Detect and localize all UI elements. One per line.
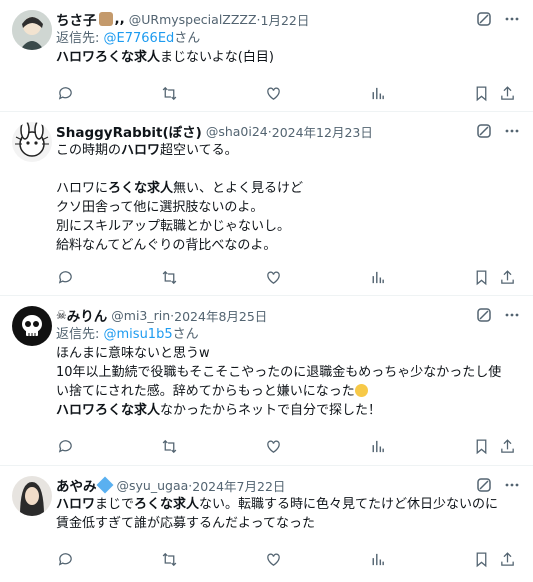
avatar[interactable] xyxy=(12,122,52,162)
reply-icon[interactable] xyxy=(56,437,74,455)
more-icon[interactable] xyxy=(503,122,521,140)
reply-feed: ちさ子 ,, @URmyspecialZZZZ · 1月22日 返信先: @E7… xyxy=(0,0,533,582)
skull-emoji-icon: ☠ xyxy=(56,308,67,322)
text-span: ハロワろくな求人 xyxy=(56,50,161,65)
tweet-date[interactable]: 2024年12月23日 xyxy=(272,122,373,141)
tweet-date[interactable]: 2024年7月22日 xyxy=(192,476,285,495)
text-span: 無い、とよく見るけど xyxy=(173,181,304,196)
tweet-text: この時期のハロワ超空いてる。 ハロワにろくな求人無い、とよく見るけど クソ田舎っ… xyxy=(56,141,521,255)
reply-prefix: 返信先: xyxy=(56,31,104,46)
views-icon[interactable] xyxy=(368,84,386,102)
text-span: 10年以上勤続で役職もそこそこやったのに退職金もめっちゃ少なかったし使 xyxy=(56,365,502,380)
reply-to: 返信先: @E7766Edさん xyxy=(56,29,521,48)
text-span: まじないよな(白目) xyxy=(160,50,274,65)
gem-emoji-icon xyxy=(96,476,113,494)
reply-to: 返信先: @misu1b5さん xyxy=(56,325,521,344)
tweet[interactable]: ちさ子 ,, @URmyspecialZZZZ · 1月22日 返信先: @E7… xyxy=(0,0,533,112)
text-span: この時期の xyxy=(56,143,122,158)
author-handle[interactable]: @syu_ugaa xyxy=(117,478,189,493)
views-icon[interactable] xyxy=(368,550,386,568)
share-icon[interactable] xyxy=(498,268,516,286)
grok-icon[interactable] xyxy=(475,306,493,324)
retweet-icon[interactable] xyxy=(160,550,178,568)
action-bar xyxy=(56,542,521,576)
share-icon[interactable] xyxy=(498,84,516,102)
more-icon[interactable] xyxy=(503,10,521,28)
like-icon[interactable] xyxy=(264,437,282,455)
avatar[interactable] xyxy=(12,10,52,50)
reply-icon[interactable] xyxy=(56,268,74,286)
thumb-emoji-icon xyxy=(98,12,113,26)
author-name[interactable]: ShaggyRabbit(ぼさ) xyxy=(56,121,202,141)
author-name-suffix: ,, xyxy=(114,11,125,27)
face-emoji-icon xyxy=(354,384,368,397)
text-span: 超空いてる。 xyxy=(160,143,238,158)
text-span: ハロワに xyxy=(56,181,109,196)
reply-suffix: さん xyxy=(174,31,201,46)
share-icon[interactable] xyxy=(498,550,516,568)
grok-icon[interactable] xyxy=(475,10,493,28)
tweet-date[interactable]: 1月22日 xyxy=(261,10,310,29)
tweet-date[interactable]: 2024年8月25日 xyxy=(174,306,267,325)
tweet-text: ハロワろくな求人まじないよな(白目) xyxy=(56,48,521,67)
author-handle[interactable]: @URmyspecialZZZZ xyxy=(129,12,257,27)
bookmark-icon[interactable] xyxy=(472,268,490,286)
text-span: クソ田舎って他に選択肢ないのよ。 xyxy=(56,200,264,215)
text-span: ろくな求人 xyxy=(108,181,174,196)
author-handle[interactable]: @sha0i24 xyxy=(206,124,268,139)
text-span: なかったからネットで自分で探した！ xyxy=(160,403,382,418)
views-icon[interactable] xyxy=(368,268,386,286)
retweet-icon[interactable] xyxy=(160,437,178,455)
more-icon[interactable] xyxy=(503,476,521,494)
avatar[interactable] xyxy=(12,306,52,346)
tweet-text: ほんまに意味ないと思うw 10年以上勤続で役職もそこそこやったのに退職金もめっち… xyxy=(56,344,521,420)
action-bar xyxy=(56,429,521,463)
like-icon[interactable] xyxy=(264,550,282,568)
action-bar xyxy=(56,76,521,110)
reply-prefix: 返信先: xyxy=(56,327,104,342)
grok-icon[interactable] xyxy=(475,122,493,140)
views-icon[interactable] xyxy=(368,437,386,455)
author-handle[interactable]: @mi3_rin xyxy=(111,308,170,323)
text-span: ろくな求人 xyxy=(134,497,200,512)
text-span: 別にスキルアップ転職とかじゃないし。 xyxy=(56,219,291,234)
author-name[interactable]: ちさ子 xyxy=(56,9,97,29)
bookmark-icon[interactable] xyxy=(472,437,490,455)
text-span: 賃金低すぎて誰が応募するんだよってなった xyxy=(56,516,315,531)
tweet[interactable]: あやみ @syu_ugaa · 2024年7月22日 ハロワまじでろくな求人ない… xyxy=(0,466,533,582)
text-span: ハロワ xyxy=(121,143,161,158)
reply-icon[interactable] xyxy=(56,84,74,102)
bookmark-icon[interactable] xyxy=(472,550,490,568)
avatar[interactable] xyxy=(12,476,52,516)
text-span: ハロワ xyxy=(56,497,96,512)
reply-handle-link[interactable]: @misu1b5 xyxy=(104,327,173,342)
tweet[interactable]: ShaggyRabbit(ぼさ) @sha0i24 · 2024年12月23日 … xyxy=(0,112,533,296)
text-span: まじで xyxy=(95,497,135,512)
reply-handle-link[interactable]: @E7766Ed xyxy=(104,31,175,46)
retweet-icon[interactable] xyxy=(160,268,178,286)
like-icon[interactable] xyxy=(264,268,282,286)
text-span: ハロワろくな求人 xyxy=(56,403,161,418)
more-icon[interactable] xyxy=(503,306,521,324)
tweet[interactable]: ☠ みりん @mi3_rin · 2024年8月25日 返信先: @misu1b… xyxy=(0,296,533,466)
bookmark-icon[interactable] xyxy=(472,84,490,102)
action-bar xyxy=(56,260,521,294)
text-span: ほんまに意味ないと思うw xyxy=(56,346,210,361)
text-span: ない。転職する時に色々見てたけど休日少ないのに xyxy=(199,497,499,512)
grok-icon[interactable] xyxy=(475,476,493,494)
tweet-text: ハロワまじでろくな求人ない。転職する時に色々見てたけど休日少ないのに 賃金低すぎ… xyxy=(56,495,521,533)
author-name[interactable]: あやみ xyxy=(56,475,97,495)
retweet-icon[interactable] xyxy=(160,84,178,102)
reply-icon[interactable] xyxy=(56,550,74,568)
share-icon[interactable] xyxy=(498,437,516,455)
text-span: い捨てにされた感。辞めてからもっと嫌いになった xyxy=(56,384,355,399)
reply-suffix: さん xyxy=(172,327,199,342)
like-icon[interactable] xyxy=(264,84,282,102)
text-span: 給料なんてどんぐりの背比べなのよ。 xyxy=(56,238,277,253)
author-name[interactable]: みりん xyxy=(67,305,108,325)
